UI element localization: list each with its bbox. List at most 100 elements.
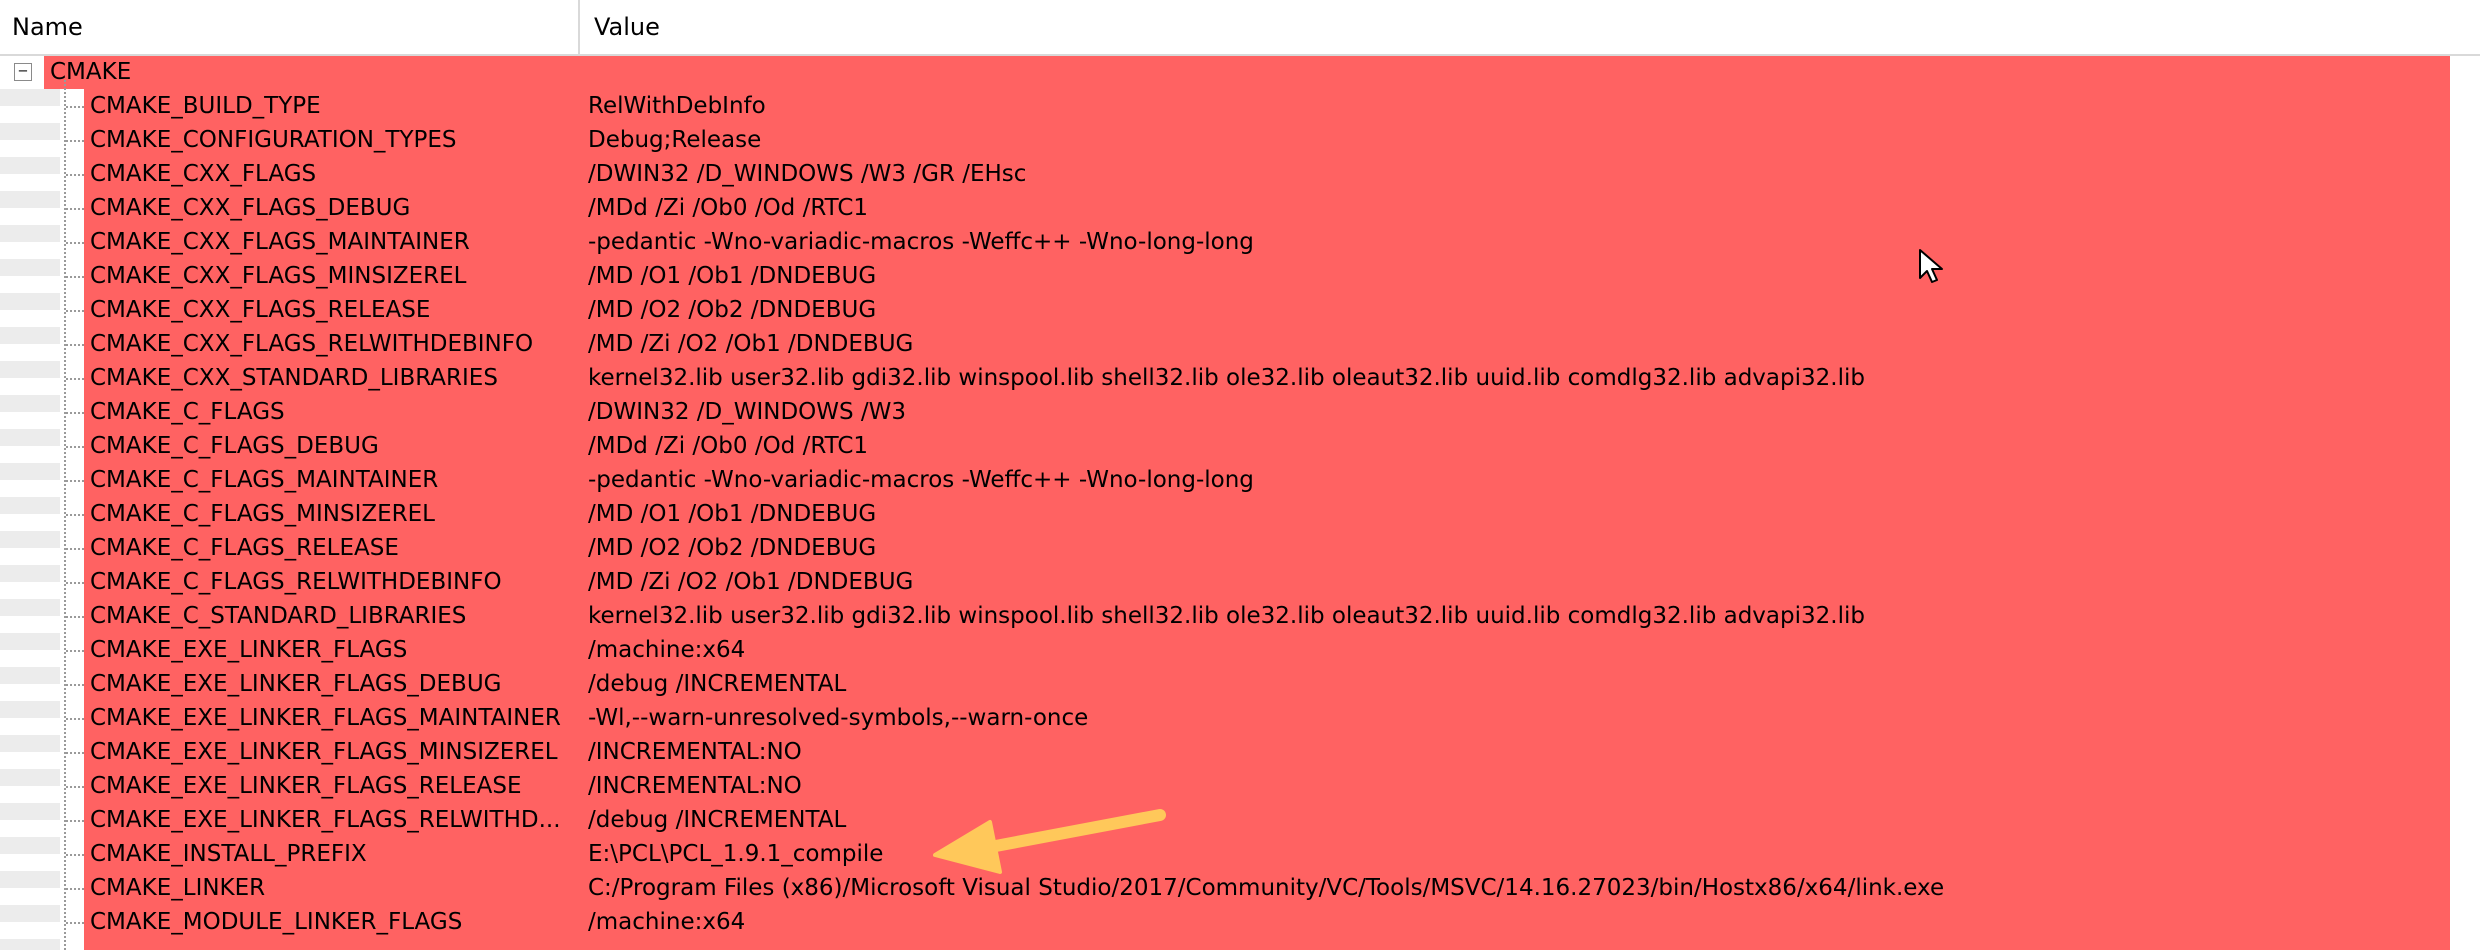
row-name: CMAKE_C_FLAGS_RELEASE	[90, 535, 399, 561]
tree-connector	[66, 446, 84, 448]
row-value[interactable]: /INCREMENTAL:NO	[588, 769, 802, 803]
tree-row[interactable]: CMAKE_LINKER C:/Program Files (x86)/Micro…	[0, 871, 2450, 905]
row-name: CMAKE_MODULE_LINKER_FLAGS	[90, 909, 463, 935]
tree-row[interactable]: CMAKE_EXE_LINKER_FLAGS/machine:x64	[0, 633, 2450, 667]
tree-row[interactable]: CMAKE_CXX_FLAGS_RELEASE/MD /O2 /Ob2 /DND…	[0, 293, 2450, 327]
tree-row[interactable]: CMAKE_C_FLAGS_RELEASE/MD /O2 /Ob2 /DNDEB…	[0, 531, 2450, 565]
tree-connector	[66, 276, 84, 278]
row-value[interactable]: /MD /O2 /Ob2 /DNDEBUG	[588, 531, 876, 565]
row-value[interactable]: /MD /O1 /Ob1 /DNDEBUG	[588, 259, 876, 293]
row-name: CMAKE_C_FLAGS	[90, 399, 285, 425]
tree-row[interactable]: CMAKE_CONFIGURATION_TYPES Debug;Release	[0, 123, 2450, 157]
row-name: CMAKE_EXE_LINKER_FLAGS_DEBUG	[90, 671, 502, 697]
root-row-highlight	[44, 56, 2450, 89]
tree-row[interactable]: CMAKE_INSTALL_PREFIX E:\PCL\PCL_1.9.1_com…	[0, 837, 2450, 871]
tree-connector	[66, 820, 84, 822]
tree-connector	[66, 650, 84, 652]
row-name: CMAKE_EXE_LINKER_FLAGS_RELWITHD...	[90, 807, 561, 833]
row-value[interactable]: kernel32.lib user32.lib gdi32.lib winspo…	[588, 361, 1865, 395]
tree-connector	[66, 208, 84, 210]
tree-row[interactable]: CMAKE_C_FLAGS_DEBUG/MDd /Zi /Ob0 /Od /RT…	[0, 429, 2450, 463]
row-value[interactable]: Debug;Release	[588, 123, 761, 157]
row-value[interactable]: /MD /Zi /O2 /Ob1 /DNDEBUG	[588, 327, 913, 361]
row-name: CMAKE_LINKER	[90, 875, 266, 901]
tree-connector	[66, 310, 84, 312]
tree-row[interactable]: CMAKE_MODULE_LINKER_FLAGS/machine:x64	[0, 905, 2450, 939]
row-value[interactable]: /MD /Zi /O2 /Ob1 /DNDEBUG	[588, 565, 913, 599]
row-name: CMAKE_CXX_FLAGS_MAINTAINER	[90, 229, 470, 255]
root-node-label[interactable]: CMAKE	[50, 56, 131, 89]
row-name: CMAKE_CXX_STANDARD_LIBRARIES	[90, 365, 498, 391]
mouse-pointer-icon	[1919, 249, 1943, 283]
row-name: CMAKE_CXX_FLAGS	[90, 161, 317, 187]
row-value[interactable]: /machine:x64	[588, 633, 745, 667]
row-name: CMAKE_C_FLAGS_MINSIZEREL	[90, 501, 435, 527]
tree-connector	[66, 514, 84, 516]
tree-view: − CMAKE CMAKE_BUILD_TYPE RelWithDebInfo CM…	[0, 56, 2480, 950]
row-name: CMAKE_C_STANDARD_LIBRARIES	[90, 603, 467, 629]
tree-row[interactable]: CMAKE_CXX_FLAGS_MINSIZEREL/MD /O1 /Ob1 /…	[0, 259, 2450, 293]
row-name: CMAKE_C_FLAGS_RELWITHDEBINFO	[90, 569, 502, 595]
row-value[interactable]: kernel32.lib user32.lib gdi32.lib winspo…	[588, 599, 1865, 633]
tree-connector	[66, 786, 84, 788]
tree-row[interactable]: CMAKE_C_FLAGS_RELWITHDEBINFO/MD /Zi /O2 …	[0, 565, 2450, 599]
row-value[interactable]: /DWIN32 /D_WINDOWS /W3 /GR /EHsc	[588, 157, 1026, 191]
tree-connector	[66, 242, 84, 244]
row-name: CMAKE_CONFIGURATION_TYPES	[90, 127, 457, 153]
tree-connector	[66, 616, 84, 618]
row-value[interactable]: C:/Program Files (x86)/Microsoft Visual …	[588, 871, 1944, 905]
tree-row[interactable]: CMAKE_CXX_STANDARD_LIBRARIES kernel32.lib…	[0, 361, 2450, 395]
row-value[interactable]: /debug /INCREMENTAL	[588, 803, 846, 837]
value-column-header[interactable]: Value	[582, 0, 2480, 54]
cmake-cache-window: Name Value − CMAKE CMAKE_BUILD_TYPE RelWi…	[0, 0, 2480, 950]
tree-connector	[66, 174, 84, 176]
tree-row[interactable]: CMAKE_EXE_LINKER_FLAGS_RELEASE/INCREMENT…	[0, 769, 2450, 803]
tree-row[interactable]: CMAKE_C_FLAGS_MINSIZEREL/MD /O1 /Ob1 /DN…	[0, 497, 2450, 531]
tree-connector	[66, 480, 84, 482]
row-value[interactable]: -pedantic -Wno-variadic-macros -Weffc++ …	[588, 463, 1254, 497]
row-value[interactable]: -Wl,--warn-unresolved-symbols,--warn-onc…	[588, 701, 1088, 735]
tree-row[interactable]: CMAKE_EXE_LINKER_FLAGS_MAINTAINER -Wl,--w…	[0, 701, 2450, 735]
tree-connector	[66, 854, 84, 856]
tree-row[interactable]: CMAKE_EXE_LINKER_FLAGS_DEBUG/debug /INCR…	[0, 667, 2450, 701]
tree-row[interactable]: CMAKE_C_FLAGS/DWIN32 /D_WINDOWS /W3	[0, 395, 2450, 429]
tree-row[interactable]: CMAKE_CXX_FLAGS_DEBUG/MDd /Zi /Ob0 /Od /…	[0, 191, 2450, 225]
row-name: CMAKE_BUILD_TYPE	[90, 93, 321, 119]
row-value[interactable]: /MD /O2 /Ob2 /DNDEBUG	[588, 293, 876, 327]
row-value[interactable]: /MDd /Zi /Ob0 /Od /RTC1	[588, 191, 868, 225]
column-header: Name Value	[0, 0, 2480, 56]
tree-row[interactable]: CMAKE_C_STANDARD_LIBRARIES kernel32.lib u…	[0, 599, 2450, 633]
row-name: CMAKE_EXE_LINKER_FLAGS_MINSIZEREL	[90, 739, 558, 765]
tree-row[interactable]: CMAKE_CXX_FLAGS/DWIN32 /D_WINDOWS /W3 /G…	[0, 157, 2450, 191]
row-value[interactable]: /DWIN32 /D_WINDOWS /W3	[588, 395, 906, 429]
tree-row[interactable]: CMAKE_EXE_LINKER_FLAGS_RELWITHD... /debug…	[0, 803, 2450, 837]
row-name: CMAKE_EXE_LINKER_FLAGS	[90, 637, 408, 663]
tree-connector	[66, 140, 84, 142]
row-value[interactable]: /debug /INCREMENTAL	[588, 667, 846, 701]
row-name: CMAKE_C_FLAGS_MAINTAINER	[90, 467, 439, 493]
tree-row[interactable]: CMAKE_EXE_LINKER_FLAGS_MINSIZEREL/INCREM…	[0, 735, 2450, 769]
row-name: CMAKE_C_FLAGS_DEBUG	[90, 433, 379, 459]
row-value[interactable]: -pedantic -Wno-variadic-macros -Weffc++ …	[588, 225, 1254, 259]
tree-connector	[66, 922, 84, 924]
tree-row[interactable]: CMAKE_CXX_FLAGS_RELWITHDEBINFO/MD /Zi /O…	[0, 327, 2450, 361]
tree-row[interactable]: CMAKE_BUILD_TYPE RelWithDebInfo	[0, 89, 2450, 123]
collapse-icon[interactable]: −	[14, 63, 32, 81]
right-edge	[2450, 56, 2480, 950]
tree-connector	[66, 718, 84, 720]
row-name: CMAKE_EXE_LINKER_FLAGS_MAINTAINER	[90, 705, 561, 731]
tree-row[interactable]: CMAKE_CXX_FLAGS_MAINTAINER -pedantic -Wno…	[0, 225, 2450, 259]
row-value[interactable]: RelWithDebInfo	[588, 89, 766, 123]
tree-connector	[66, 752, 84, 754]
tree-rows: CMAKE_BUILD_TYPE RelWithDebInfo CMAKE_CONF…	[0, 89, 2450, 939]
row-value[interactable]: /machine:x64	[588, 905, 745, 939]
name-column-header[interactable]: Name	[0, 0, 580, 54]
row-name: CMAKE_EXE_LINKER_FLAGS_RELEASE	[90, 773, 522, 799]
row-value[interactable]: /INCREMENTAL:NO	[588, 735, 802, 769]
tree-row[interactable]: CMAKE_C_FLAGS_MAINTAINER -pedantic -Wno-v…	[0, 463, 2450, 497]
row-value[interactable]: /MDd /Zi /Ob0 /Od /RTC1	[588, 429, 868, 463]
row-name: CMAKE_CXX_FLAGS_RELWITHDEBINFO	[90, 331, 534, 357]
row-value[interactable]: E:\PCL\PCL_1.9.1_compile	[588, 837, 883, 871]
tree-connector	[66, 106, 84, 108]
row-value[interactable]: /MD /O1 /Ob1 /DNDEBUG	[588, 497, 876, 531]
